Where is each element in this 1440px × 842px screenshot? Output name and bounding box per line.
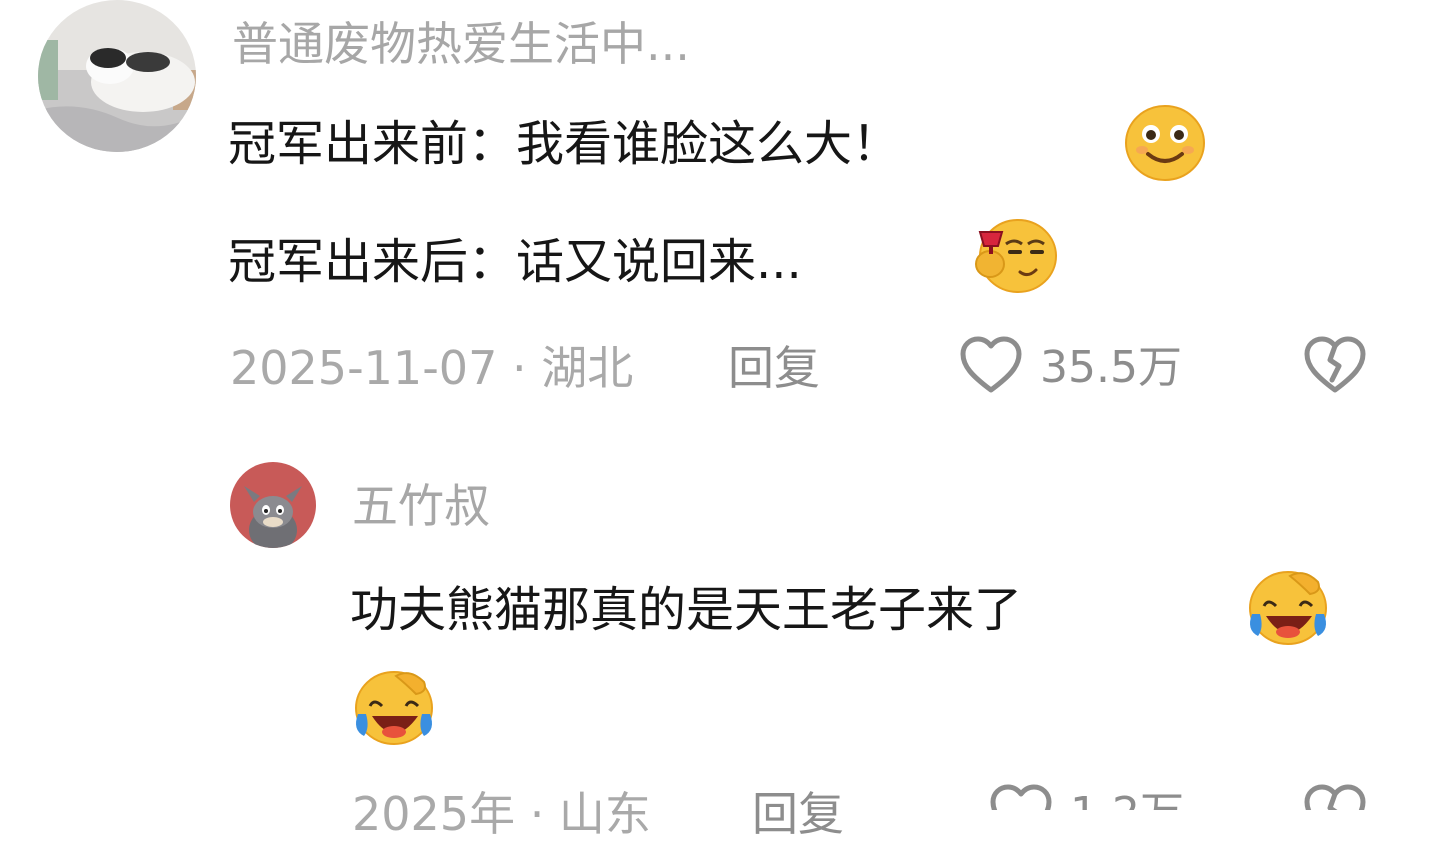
comment-text-line: 冠军出来后：话又说回来... <box>228 234 802 290</box>
avatar[interactable] <box>230 462 316 548</box>
comment-text-line: 冠军出来前：我看谁脸这么大！ <box>228 116 901 172</box>
like-count: 35.5万 <box>1040 342 1182 393</box>
comment-username[interactable]: 普通废物热爱生活中... <box>232 16 690 72</box>
heart-outline-icon <box>958 334 1024 400</box>
comment-date-location: 2025年 · 山东 <box>352 787 651 841</box>
comment-text-line: 功夫熊猫那真的是天王老子来了 <box>350 582 1023 638</box>
comment-date-location: 2025-11-07 · 湖北 <box>230 341 634 395</box>
broken-heart-icon[interactable] <box>1302 334 1368 400</box>
broken-heart-icon[interactable] <box>1302 782 1368 810</box>
reply-button[interactable]: 回复 <box>728 340 820 396</box>
like-button[interactable]: 35.5万 <box>958 330 1198 400</box>
avatar[interactable] <box>38 0 196 152</box>
like-button[interactable]: 1.2万 <box>988 782 1208 810</box>
reply-button[interactable]: 回复 <box>752 786 844 842</box>
heart-outline-icon <box>988 782 1054 810</box>
crying-laughing-face-emoji <box>1246 566 1330 648</box>
like-count: 1.2万 <box>1070 786 1184 810</box>
toasting-smug-face-emoji <box>972 214 1058 294</box>
smiling-face-emoji <box>1124 104 1206 182</box>
comment-username[interactable]: 五竹叔 <box>352 478 490 534</box>
crying-laughing-face-emoji <box>352 666 436 748</box>
